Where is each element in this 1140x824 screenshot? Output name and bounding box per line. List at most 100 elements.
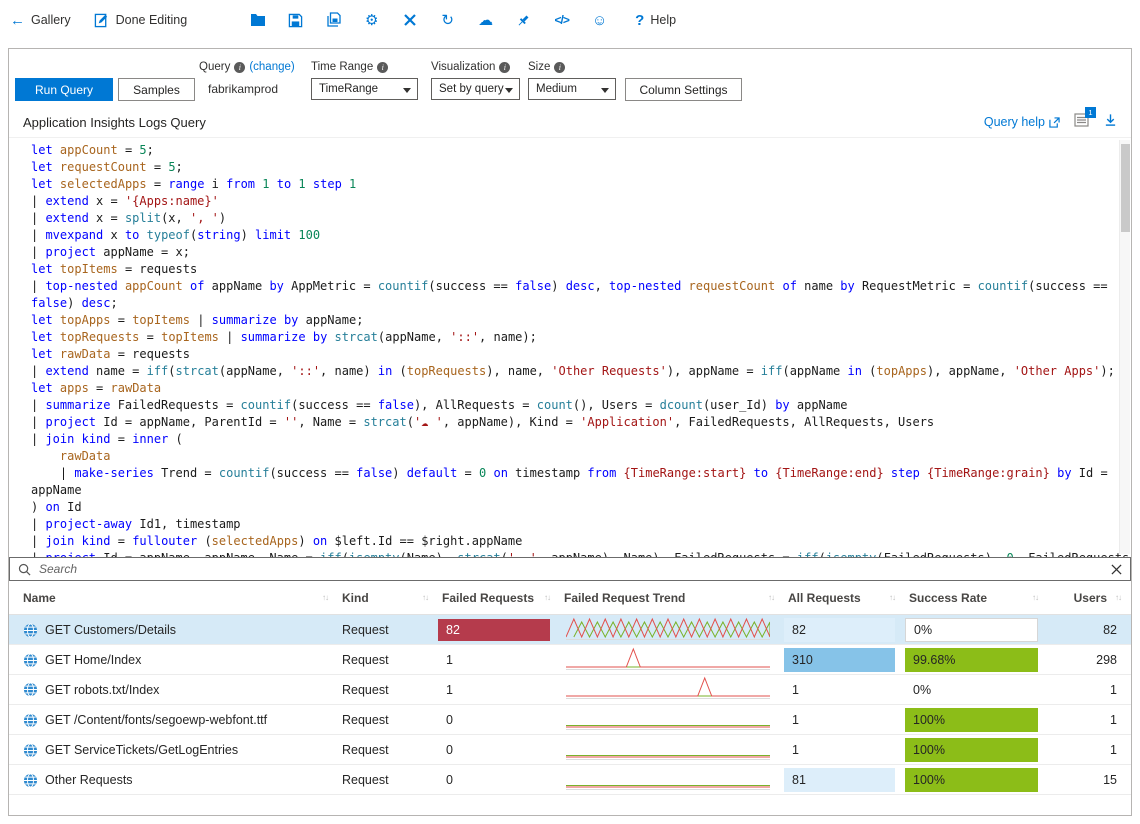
back-arrow-icon: ← <box>10 13 25 28</box>
size-label: Size i <box>528 61 565 73</box>
table-row[interactable]: GET robots.txt/IndexRequest110%1 <box>9 675 1131 705</box>
query-help-link[interactable]: Query help <box>984 115 1060 129</box>
row-failed-requests: 0 <box>438 773 560 787</box>
cloud-icon[interactable]: ☁ <box>477 12 494 29</box>
column-header-users[interactable]: Users↑↓ <box>1048 591 1131 605</box>
row-success-rate: 100% <box>905 705 1048 735</box>
row-users: 82 <box>1048 623 1131 637</box>
globe-icon <box>23 623 38 638</box>
table-row[interactable]: GET ServiceTickets/GetLogEntriesRequest0… <box>9 735 1131 765</box>
editor-scrollbar[interactable] <box>1119 140 1130 554</box>
refresh-icon[interactable]: ↻ <box>439 12 456 29</box>
column-header-name[interactable]: Name ↑↓ <box>9 591 338 605</box>
query-label: Query i (change) <box>199 61 295 73</box>
clear-search-icon[interactable] <box>1111 564 1122 575</box>
sort-icon[interactable]: ↑↓ <box>889 593 895 602</box>
code-lines: let appCount = 5;let requestCount = 5;le… <box>31 142 1117 557</box>
trend-sparkline <box>566 706 770 732</box>
run-query-button[interactable]: Run Query <box>15 78 113 101</box>
editor-title: Application Insights Logs Query <box>23 115 206 130</box>
change-link[interactable]: (change) <box>249 61 294 73</box>
row-name-cell: GET Customers/Details <box>9 623 338 638</box>
row-users: 1 <box>1048 713 1131 727</box>
column-header-success-rate[interactable]: Success Rate↑↓ <box>905 591 1048 605</box>
table-row[interactable]: GET Customers/DetailsRequest82820%82 <box>9 615 1131 645</box>
query-controls: Query i (change) Time Range i Visualizat… <box>9 49 1131 107</box>
row-users: 1 <box>1048 683 1131 697</box>
download-icon[interactable] <box>1104 113 1117 132</box>
code-line: appName <box>31 482 1117 499</box>
row-all-requests: 81 <box>784 765 905 795</box>
globe-icon <box>23 713 38 728</box>
row-kind: Request <box>338 653 438 667</box>
column-label: Failed Request Trend <box>564 591 685 605</box>
pin-icon[interactable] <box>515 12 532 29</box>
code-line: let rawData = requests <box>31 346 1117 363</box>
column-header-failed-request-trend[interactable]: Failed Request Trend ↑↓ <box>560 591 784 605</box>
row-success-rate: 0% <box>905 615 1048 645</box>
sort-icon[interactable]: ↑↓ <box>1115 593 1121 602</box>
sort-icon[interactable]: ↑↓ <box>544 593 550 602</box>
code-editor[interactable]: let appCount = 5;let requestCount = 5;le… <box>9 137 1131 557</box>
done-editing-button[interactable]: Done Editing <box>93 12 188 29</box>
code-line: | project appName = x; <box>31 244 1117 261</box>
save-icon[interactable] <box>287 12 304 29</box>
trend-sparkline <box>566 675 770 701</box>
column-label: All Requests <box>788 591 861 605</box>
results-table-header: Name↑↓Kind↑↓Failed Requests↑↓Failed Requ… <box>9 581 1131 615</box>
column-header-failed-requests[interactable]: Failed Requests↑↓ <box>438 591 560 605</box>
row-success-rate: 0% <box>905 683 1048 697</box>
row-all-requests: 1 <box>784 713 905 727</box>
row-trend-cell <box>560 736 784 765</box>
results-table-body: GET Customers/DetailsRequest82820%82GET … <box>9 615 1131 795</box>
row-users: 1 <box>1048 743 1131 757</box>
code-line: | top-nested appCount of appName by AppM… <box>31 278 1117 295</box>
column-header-kind[interactable]: Kind↑↓ <box>338 591 438 605</box>
smiley-icon[interactable]: ☺ <box>591 12 608 29</box>
table-row[interactable]: GET /Content/fonts/segoewp-webfont.ttfRe… <box>9 705 1131 735</box>
edit-document-icon <box>93 12 110 29</box>
search-input[interactable] <box>37 561 1105 577</box>
folder-icon[interactable] <box>249 12 266 29</box>
row-failed-requests: 1 <box>438 683 560 697</box>
row-users: 298 <box>1048 653 1131 667</box>
row-success-rate: 99.68% <box>905 645 1048 675</box>
trend-sparkline <box>566 736 770 762</box>
sort-icon[interactable]: ↑↓ <box>322 593 328 602</box>
top-toolbar: ← Gallery Done Editing ⚙ ↻ ☁ </> ☺ ? Hel… <box>0 0 1140 40</box>
code-line: ) on Id <box>31 499 1117 516</box>
row-failed-requests: 1 <box>438 653 560 667</box>
gallery-label: Gallery <box>31 13 71 27</box>
code-icon[interactable]: </> <box>553 12 570 29</box>
row-trend-cell <box>560 616 784 645</box>
sort-icon[interactable]: ↑↓ <box>1032 593 1038 602</box>
visualization-dropdown[interactable]: Set by query <box>431 78 520 100</box>
close-icon[interactable] <box>401 12 418 29</box>
column-header-all-requests[interactable]: All Requests ↑↓ <box>784 591 905 605</box>
sort-icon[interactable]: ↑↓ <box>422 593 428 602</box>
row-kind: Request <box>338 683 438 697</box>
size-dropdown[interactable]: Medium <box>528 78 616 100</box>
table-row[interactable]: GET Home/IndexRequest131099.68%298 <box>9 645 1131 675</box>
success-rate-heat-bar: 0% <box>905 618 1038 642</box>
all-requests-heat-bar: 81 <box>784 768 895 792</box>
time-range-dropdown[interactable]: TimeRange <box>311 78 418 100</box>
open-in-logs-button[interactable]: 1 <box>1074 112 1090 133</box>
settings-gear-icon[interactable]: ⚙ <box>363 12 380 29</box>
badge-count: 1 <box>1085 107 1096 118</box>
row-name-cell: GET Home/Index <box>9 653 338 668</box>
samples-button[interactable]: Samples <box>118 78 195 101</box>
sort-icon[interactable]: ↑↓ <box>768 593 774 602</box>
save-all-icon[interactable] <box>325 12 342 29</box>
success-rate-heat-bar: 100% <box>905 708 1038 732</box>
editor-section-header: Application Insights Logs Query Query he… <box>9 107 1131 137</box>
gallery-button[interactable]: ← Gallery <box>10 13 71 28</box>
help-button[interactable]: ? Help <box>635 13 676 28</box>
column-label: Name <box>23 591 56 605</box>
column-settings-button[interactable]: Column Settings <box>625 78 742 101</box>
scrollbar-thumb[interactable] <box>1121 144 1130 232</box>
globe-icon <box>23 743 38 758</box>
info-icon: i <box>234 62 245 73</box>
table-row[interactable]: Other RequestsRequest081100%15 <box>9 765 1131 795</box>
external-link-icon <box>1049 117 1060 128</box>
